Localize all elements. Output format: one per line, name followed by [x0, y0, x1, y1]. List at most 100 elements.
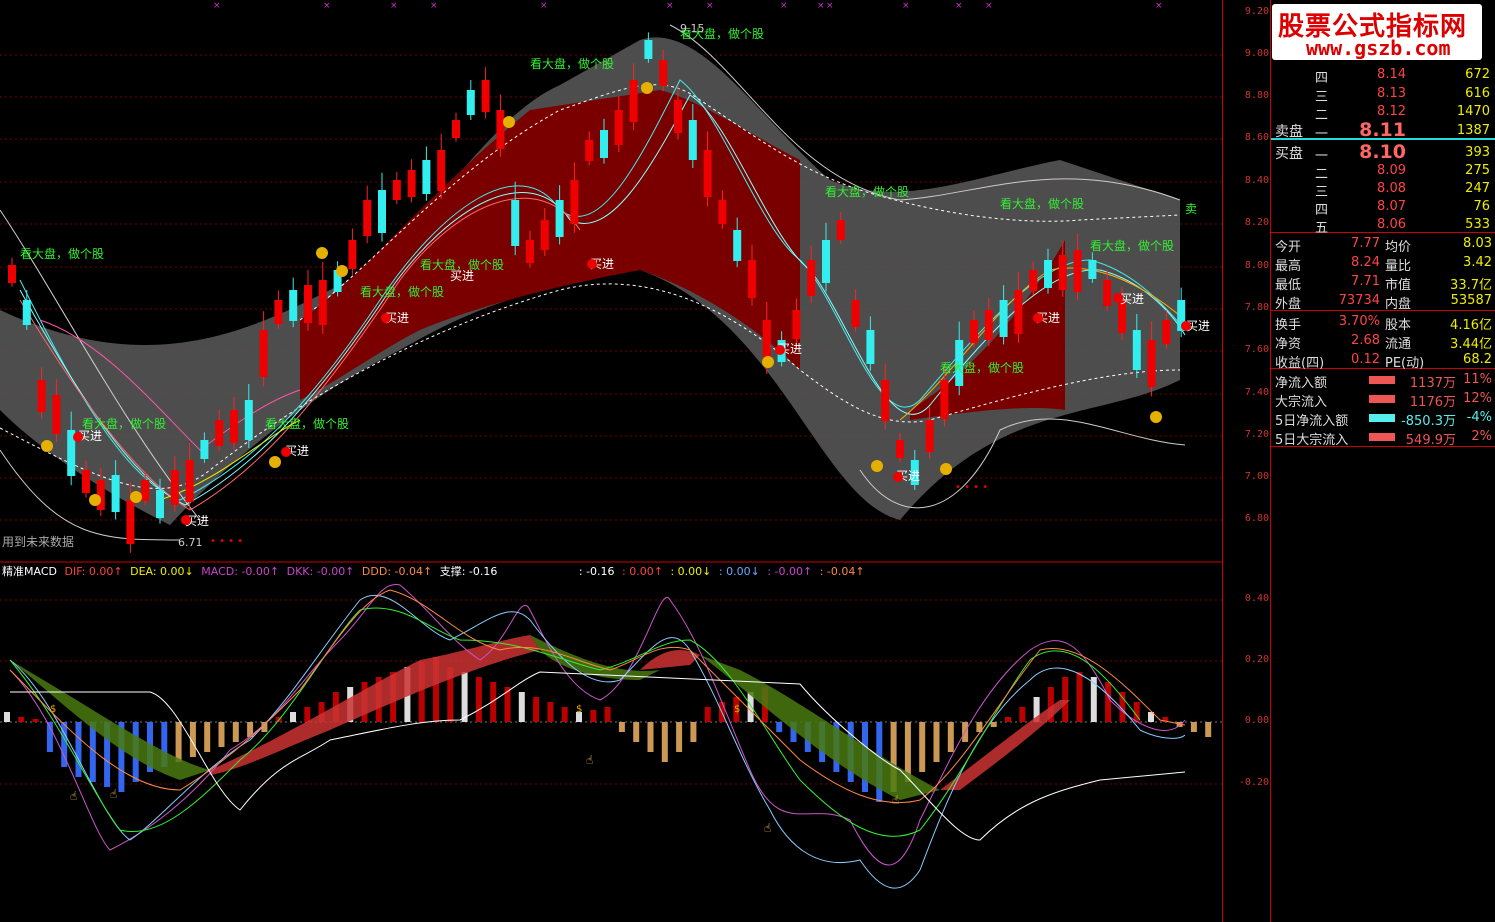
volume-value: 672 [1465, 67, 1490, 82]
orderbook-row[interactable]: 三 8.08 247 [1271, 181, 1495, 200]
orderbook-row[interactable]: 四 8.07 76 [1271, 199, 1495, 218]
svg-text:看大盘，做个股: 看大盘，做个股 [360, 284, 444, 299]
flow-value: 1176万 [1409, 395, 1456, 410]
candle [1044, 260, 1052, 288]
orderbook-row[interactable]: 三 8.13 616 [1271, 86, 1495, 105]
candle [1103, 280, 1112, 306]
svg-text:×: × [780, 1, 788, 11]
stat-field: 最低 [1275, 278, 1302, 293]
kline-chart[interactable]: 买进 买进 买进 买进 买进 买进 买进 买进 买进 买进 买进 看大盘，做个股… [0, 0, 1222, 922]
macd-bar [919, 722, 926, 772]
svg-text:×: × [666, 1, 674, 11]
future-data-note: 用到未来数据 [2, 534, 74, 549]
volume-value: 1470 [1456, 104, 1490, 119]
svg-text:看大盘，做个股: 看大盘，做个股 [82, 416, 166, 431]
candle [836, 220, 845, 240]
price-tick: 9.20 [1244, 6, 1269, 17]
level-label: 三 [1315, 185, 1329, 200]
macd-bar [218, 722, 225, 747]
dif-value: DIF: 0.00↑ [64, 565, 123, 578]
macd-bar [561, 707, 568, 722]
macd-bar [776, 722, 783, 732]
stat-field: 换手 [1275, 318, 1302, 333]
orderbook-row[interactable]: 四 8.14 672 [1271, 67, 1495, 86]
flow-value: 1137万 [1409, 376, 1456, 391]
extra-value-1: : -0.16 [578, 565, 615, 578]
volume-value: 1387 [1456, 123, 1490, 138]
price-tick: 7.20 [1244, 429, 1269, 440]
svg-text:看大盘，做个股: 看大盘，做个股 [530, 56, 614, 71]
indicator-name[interactable]: 精准MACD [2, 565, 57, 578]
svg-text:☝: ☝ [764, 821, 771, 835]
orderbook-row[interactable]: 一 8.11 1387 [1271, 119, 1495, 142]
candle [1029, 270, 1038, 291]
stat-field: 3.70% [1338, 314, 1380, 329]
volume-value: 616 [1465, 86, 1490, 101]
price-value: 8.12 [1377, 104, 1406, 119]
stat-field: 外盘 [1275, 297, 1302, 312]
flow-label: 净流入额 [1275, 376, 1328, 391]
orderbook-row[interactable]: 二 8.09 275 [1271, 163, 1495, 182]
buy-label: 买盘 [1275, 146, 1303, 162]
candle [1147, 340, 1156, 387]
candle [259, 330, 268, 377]
macd-bar [475, 677, 482, 722]
high-price-label: 9.15 [680, 22, 705, 35]
candle [156, 490, 164, 518]
candle [511, 200, 520, 246]
candle [718, 200, 727, 224]
macd-bar [1005, 717, 1011, 722]
stat-field: 今开 [1275, 240, 1302, 255]
macd-bar [504, 687, 511, 722]
orderbook-row[interactable]: 一 8.10 393 [1271, 141, 1495, 164]
flow-row: 5日大宗流入 549.9万 2% [1271, 429, 1495, 448]
candle [126, 500, 135, 544]
macd-bar [647, 722, 654, 752]
macd-bar [290, 712, 296, 722]
svg-text:看大盘，做个股: 看大盘，做个股 [825, 184, 909, 199]
flow-row: 大宗流入 1176万 12% [1271, 391, 1495, 410]
candle [807, 260, 816, 296]
flow-pct: 12% [1463, 391, 1492, 406]
svg-text:• • • •: • • • • [955, 482, 988, 493]
flow-pct: 11% [1463, 372, 1492, 387]
macd-bar [1090, 677, 1097, 722]
support-value: 支撑: -0.16 [439, 565, 498, 578]
candle [688, 120, 697, 160]
flow-value: -850.3万 [1401, 414, 1456, 429]
price-tick: 8.00 [1244, 260, 1269, 271]
svg-text:×: × [826, 1, 834, 11]
candle [200, 440, 209, 459]
price-tick: 6.80 [1244, 513, 1269, 524]
candle [570, 180, 579, 224]
price-value: 8.13 [1377, 86, 1406, 101]
candle [970, 320, 978, 343]
svg-text:买进: 买进 [1120, 292, 1144, 306]
level-label: 二 [1315, 108, 1329, 123]
macd-bar [933, 722, 940, 762]
svg-text:$: $ [50, 704, 56, 715]
stat-field: 8.24 [1351, 255, 1380, 270]
svg-text:☝: ☝ [110, 787, 117, 801]
candle [8, 265, 16, 283]
candle [170, 470, 179, 505]
candle [378, 190, 386, 233]
stat-field: 最高 [1275, 259, 1302, 274]
flow-label: 5日大宗流入 [1275, 433, 1349, 448]
level-label: 四 [1315, 203, 1329, 218]
candle [600, 130, 608, 158]
level-label: 二 [1315, 167, 1329, 182]
candle [52, 395, 61, 434]
candle [466, 90, 475, 115]
candle [304, 285, 312, 323]
candle [748, 260, 756, 298]
candle [363, 200, 372, 236]
stat-field: 8.03 [1463, 236, 1492, 251]
level-label: 四 [1315, 71, 1329, 86]
svg-text:×: × [213, 1, 221, 11]
flow-bar [1369, 395, 1395, 403]
candle [244, 400, 253, 440]
orderbook-row[interactable]: 五 8.06 533 [1271, 217, 1495, 236]
svg-text:看大盘，做个股: 看大盘，做个股 [20, 246, 104, 261]
stat-field: 均价 [1385, 240, 1412, 255]
